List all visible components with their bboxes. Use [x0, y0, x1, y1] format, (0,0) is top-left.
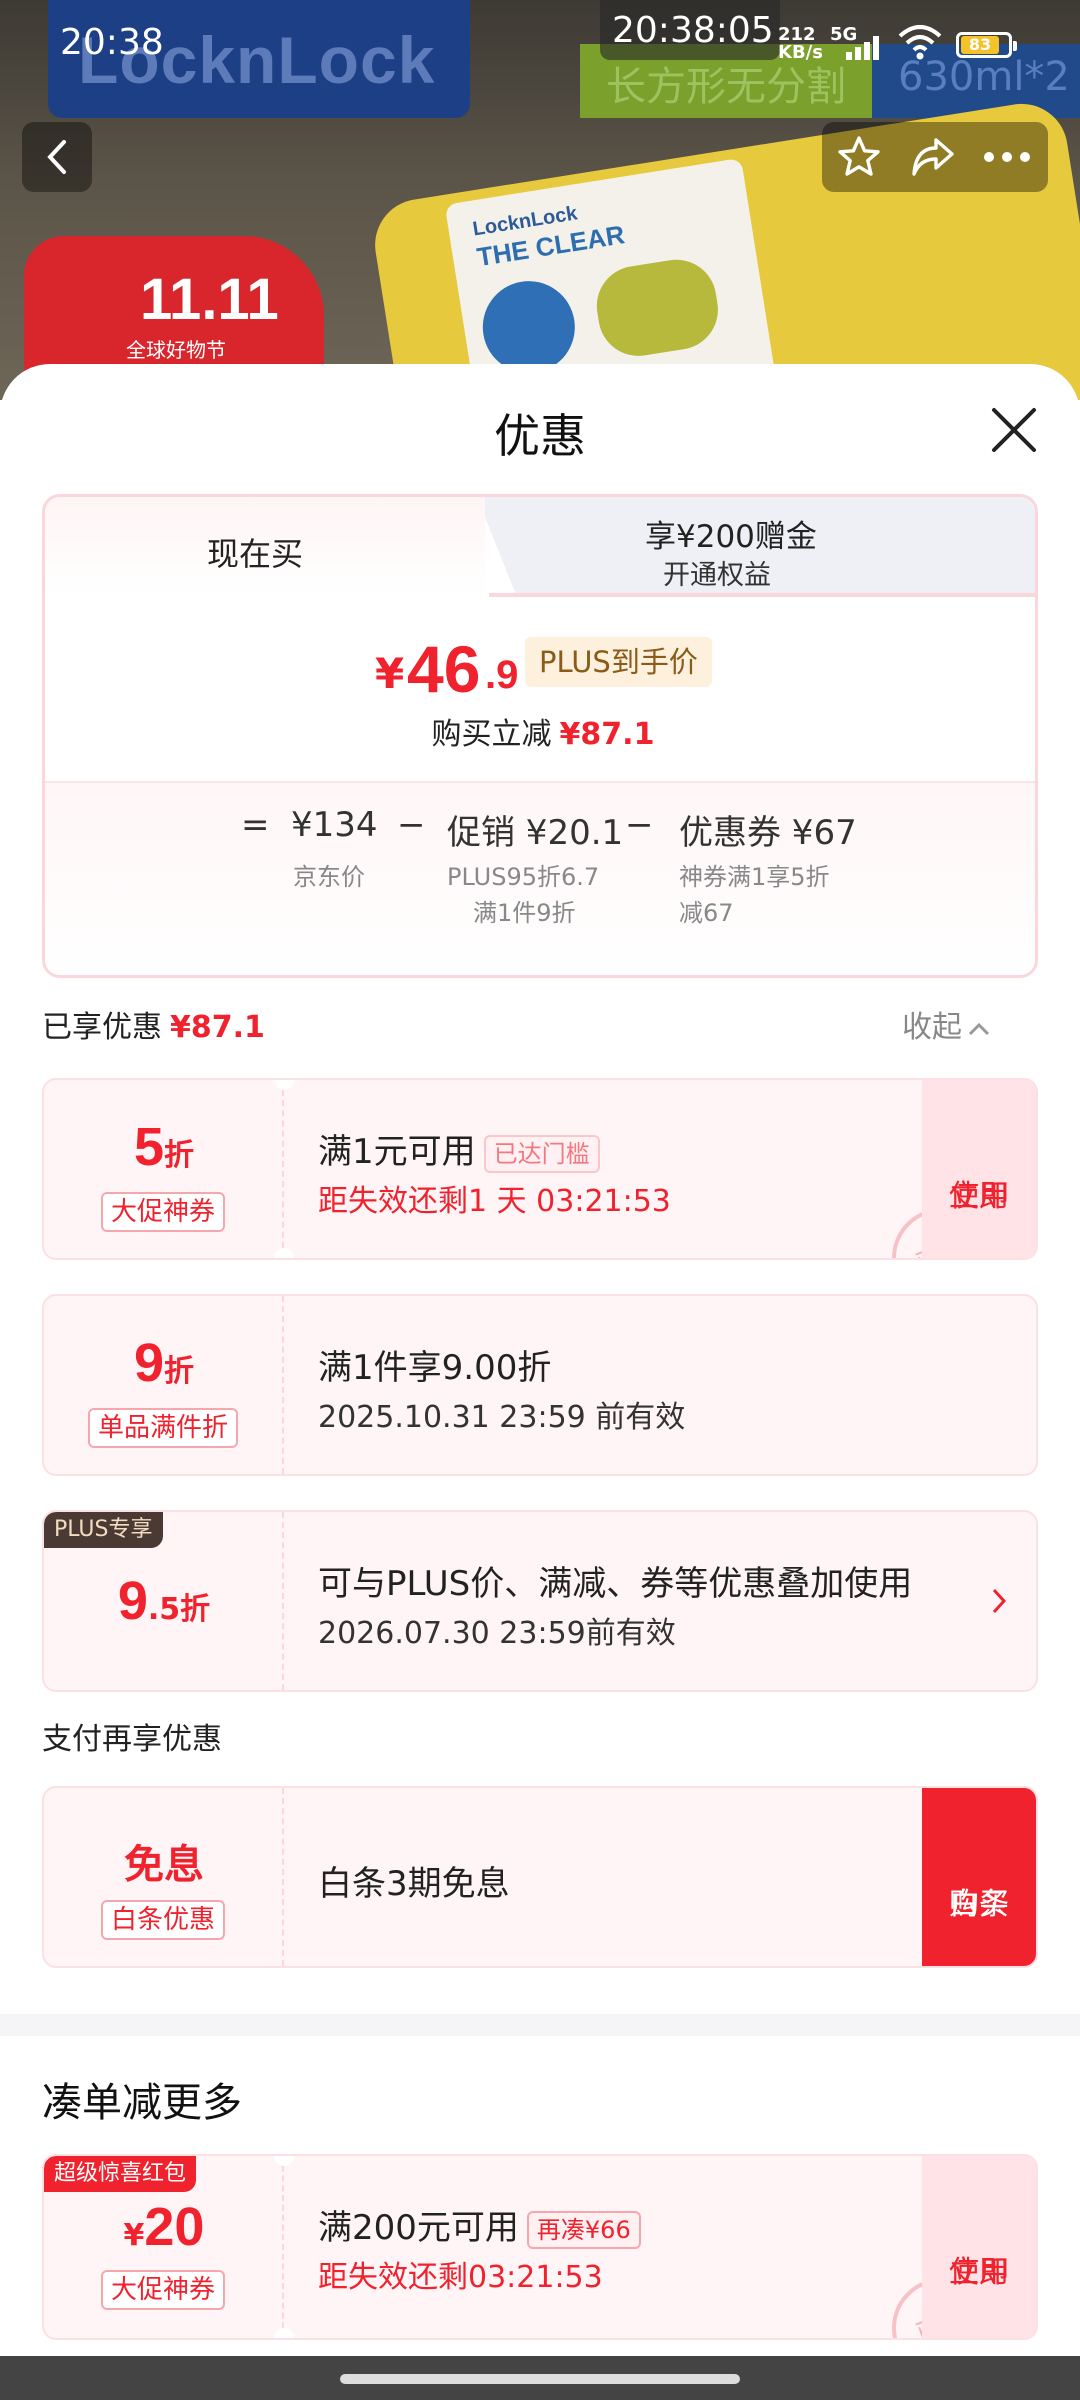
tab-plus-membership[interactable]: 享¥200赠金 开通权益 [477, 497, 1035, 597]
more-discount-title: 凑单减更多 [42, 2080, 242, 2126]
coupon-card: 5折 大促神券 满1元可用已达门槛 距失效还剩1 天 03:21:53 已领 立… [42, 1078, 1038, 1260]
favorite-star-icon[interactable] [836, 134, 882, 180]
price-breakdown: = ¥134 京东价 − 促销 ¥20.1 PLUS95折6.7 满1件9折 −… [45, 781, 1035, 975]
sheet-title: 优惠 [494, 409, 586, 463]
coupon-countdown: 距失效还剩1 天 03:21:53 [318, 1184, 671, 1219]
promo-amount: 促销 ¥20.1 [447, 813, 624, 853]
gesture-bar [0, 2356, 1080, 2400]
coupon-countdown: 距失效还剩03:21:53 [318, 2260, 603, 2295]
net-speed: 212 KB/s [778, 24, 823, 63]
tab-buy-now[interactable]: 现在买 [45, 497, 485, 597]
plus-discount-card[interactable]: PLUS专享 9.5折 可与PLUS价、满减、券等优惠叠加使用 2026.07.… [42, 1510, 1038, 1692]
baitiao-buy-button[interactable]: 白条 购买 [922, 1788, 1036, 1966]
baitiao-tag: 白条优惠 [100, 1900, 226, 1940]
plus-discount-desc: 可与PLUS价、满减、券等优惠叠加使用 [318, 1564, 913, 1604]
battery-icon: 83 [956, 32, 1017, 58]
coupon-type-tag: 大促神券 [100, 2270, 226, 2310]
section-divider [0, 2014, 1080, 2036]
top-actions [822, 122, 1048, 192]
jd-price: ¥134 [291, 805, 378, 845]
plus-exclusive-tag: PLUS专享 [44, 1512, 163, 1548]
back-arrow-icon [47, 140, 66, 174]
red-packet-tag: 超级惊喜红包 [44, 2156, 197, 2192]
use-now-button[interactable]: 立即 使用 [922, 1080, 1036, 1258]
clock: 20:38 [60, 22, 164, 63]
back-button[interactable] [22, 122, 92, 192]
baitiao-card: 免息 白条优惠 白条3期免息 白条 购买 [42, 1786, 1038, 1968]
coupon-card: 9折 单品满件折 满1件享9.00折 2025.10.31 23:59 前有效 [42, 1294, 1038, 1476]
chevron-right-icon [992, 1588, 1007, 1614]
home-indicator[interactable] [340, 2374, 740, 2384]
close-icon[interactable] [988, 404, 1040, 456]
clock-overlay: 20:38:05 [600, 0, 780, 60]
coupon-type-tag: 大促神券 [100, 1192, 226, 1232]
coupon-type-tag: 单品满件折 [87, 1408, 239, 1448]
plus-price-chip: PLUS到手价 [525, 637, 712, 687]
plus-discount-validity: 2026.07.30 23:59前有效 [318, 1616, 676, 1651]
status-bar: 20:38 20:38:05 212 KB/s 5G 83 [0, 0, 1080, 90]
coupon-condition: 满1元可用 已达门槛 [318, 1124, 600, 1173]
baitiao-text: 白条3期免息 [318, 1864, 510, 1904]
share-icon[interactable] [910, 136, 956, 178]
signal-icon [846, 36, 886, 60]
collapse-button[interactable]: 收起 [902, 1002, 990, 1046]
wifi-icon [898, 25, 942, 60]
more-dots-icon[interactable] [982, 150, 1032, 164]
coupon-condition: 满200元可用 再凑¥66 [318, 2200, 641, 2249]
use-now-button[interactable]: 立即 使用 [922, 2156, 1036, 2338]
enjoyed-discount: 已享优惠 ¥87.1 [42, 1010, 265, 1045]
pay-discount-title: 支付再享优惠 [42, 1722, 222, 1757]
coupon-validity: 2025.10.31 23:59 前有效 [318, 1400, 686, 1435]
discount-sheet: 优惠 享¥200赠金 开通权益 现在买 ¥ 46 .9 PLUS到手价 购买立减… [0, 364, 1080, 2400]
coupon-amount: 优惠券 ¥67 [679, 813, 857, 853]
final-price: ¥ 46 .9 PLUS到手价 [45, 632, 1035, 706]
price-card: 享¥200赠金 开通权益 现在买 ¥ 46 .9 PLUS到手价 购买立减 ¥87… [42, 494, 1038, 978]
instant-saving: 购买立减 ¥87.1 [431, 717, 655, 752]
coupon-card: 超级惊喜红包 ¥20 大促神券 满200元可用 再凑¥66 距失效还剩03:21:… [42, 2154, 1038, 2340]
chevron-up-icon [968, 1022, 990, 1035]
coupon-condition: 满1件享9.00折 [318, 1348, 552, 1388]
